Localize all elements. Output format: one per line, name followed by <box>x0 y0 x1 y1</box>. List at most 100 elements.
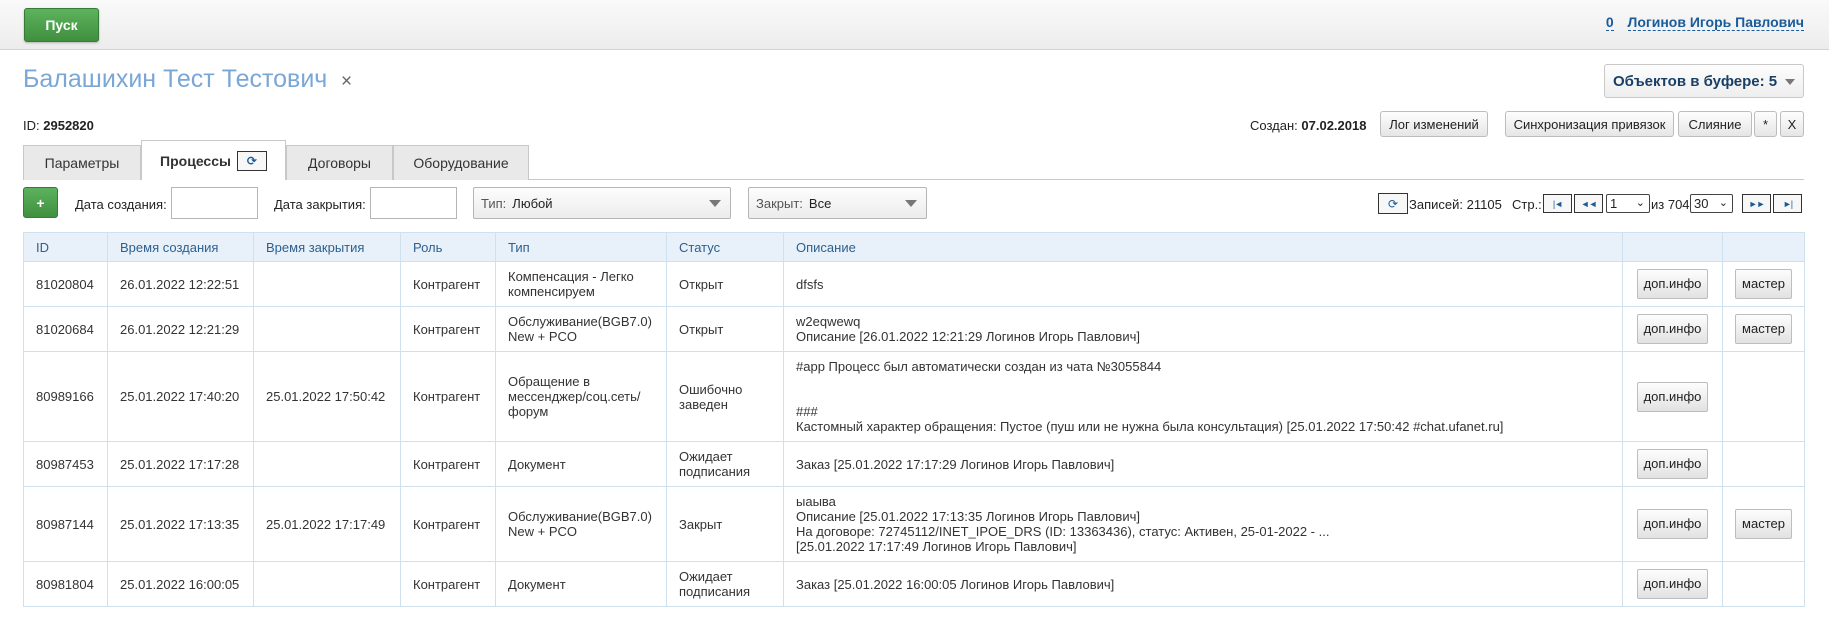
close-icon[interactable]: × <box>341 71 352 93</box>
extra-info-button[interactable]: доп.инфо <box>1636 509 1709 539</box>
created-label: Создан: <box>1250 118 1298 133</box>
process-id-cell: 80981804 <box>23 561 108 607</box>
first-page-button[interactable]: |◄ <box>1543 194 1572 213</box>
star-button[interactable]: * <box>1754 111 1777 137</box>
closed-time-cell <box>253 306 401 352</box>
master-button[interactable]: мастер <box>1735 314 1792 344</box>
tab-contracts[interactable]: Договоры <box>286 145 393 180</box>
page-label: Стр.: <box>1512 197 1542 212</box>
description-line: #app Процесс был автоматически создан из… <box>796 359 1162 374</box>
description-line: ыаыва <box>796 494 836 509</box>
records-value: 21105 <box>1466 197 1502 212</box>
extra-info-button[interactable]: доп.инфо <box>1636 449 1709 479</box>
records-label: Записей: <box>1409 197 1463 212</box>
type-select-value: Любой <box>512 195 553 211</box>
column-header[interactable]: Время создания <box>107 232 254 262</box>
master-button[interactable]: мастер <box>1735 269 1792 299</box>
description-cell: Заказ [25.01.2022 16:00:05 Логинов Игорь… <box>783 561 1623 607</box>
user-area: 0 Логинов Игорь Павлович <box>1605 14 1804 31</box>
description-line: Заказ [25.01.2022 17:17:29 Логинов Игорь… <box>796 456 1115 472</box>
column-header[interactable]: Время закрытия <box>253 232 401 262</box>
column-header[interactable]: Роль <box>400 232 496 262</box>
role-cell: Контрагент <box>400 261 496 307</box>
tab-label: Процессы <box>160 152 231 169</box>
records-count: Записей: 21105 <box>1409 197 1502 212</box>
table-header-row: ID Время создания Время закрытия Роль Ти… <box>23 232 1805 262</box>
close-button[interactable]: X <box>1780 111 1804 137</box>
created-time-cell: 25.01.2022 17:13:35 <box>107 486 254 562</box>
status-cell: Открыт <box>666 306 784 352</box>
tab-processes[interactable]: Процессы ⟳ <box>141 140 286 180</box>
created-date-label: Дата создания: <box>75 197 167 212</box>
closed-date-input[interactable] <box>370 187 457 219</box>
type-cell: Обслуживание(BGB7.0) New + PCO <box>495 306 667 352</box>
table-row[interactable]: 81020684 26.01.2022 12:21:29 Контрагент Обс… <box>23 306 1805 352</box>
refresh-icon[interactable]: ⟳ <box>1378 193 1408 214</box>
page-total: из 704 <box>1651 197 1690 212</box>
type-select[interactable]: Тип: Любой <box>473 187 731 219</box>
change-log-button[interactable]: Лог изменений <box>1380 111 1488 137</box>
merge-button[interactable]: Слияние <box>1678 111 1752 137</box>
description-line: На договоре: 72745112/INET_IPOE_DRS (ID:… <box>796 524 1330 539</box>
column-header[interactable]: Тип <box>495 232 667 262</box>
add-process-button[interactable]: + <box>23 187 58 218</box>
column-header <box>1622 232 1723 262</box>
table-row[interactable]: 80981804 25.01.2022 16:00:05 Контрагент Док… <box>23 561 1805 607</box>
description-line <box>796 374 1610 389</box>
created-value: 07.02.2018 <box>1301 118 1367 133</box>
notification-count[interactable]: 0 <box>1605 14 1614 31</box>
refresh-icon[interactable]: ⟳ <box>236 150 267 171</box>
page-select[interactable]: 1 ⌄ <box>1606 194 1650 213</box>
column-header[interactable]: Описание <box>783 232 1623 262</box>
last-page-button[interactable]: ►| <box>1773 194 1802 213</box>
table-row[interactable]: 80989166 25.01.2022 17:40:20 25.01.2022 17… <box>23 351 1805 442</box>
description-cell: dfsfs <box>783 261 1623 307</box>
created-time-cell: 26.01.2022 12:22:51 <box>107 261 254 307</box>
description-cell: #app Процесс был автоматически создан из… <box>783 351 1623 442</box>
type-cell: Обслуживание(BGB7.0) New + PCO <box>495 486 667 562</box>
description-line: ### <box>796 404 818 419</box>
closed-select[interactable]: Закрыт: Все <box>748 187 927 219</box>
column-header[interactable]: ID <box>23 232 108 262</box>
type-cell: Документ <box>495 441 667 487</box>
created-time-cell: 25.01.2022 17:17:28 <box>107 441 254 487</box>
user-name-link[interactable]: Логинов Игорь Павлович <box>1627 14 1804 31</box>
id-value: 2952820 <box>43 118 94 133</box>
info-cell: доп.инфо <box>1622 561 1723 607</box>
buffer-dropdown[interactable]: Объектов в буфере: 5 <box>1604 64 1804 98</box>
info-cell: доп.инфо <box>1622 261 1723 307</box>
extra-info-button[interactable]: доп.инфо <box>1636 381 1709 412</box>
closed-select-label: Закрыт: <box>756 195 803 211</box>
info-cell: доп.инфо <box>1622 306 1723 352</box>
extra-info-button[interactable]: доп.инфо <box>1636 314 1709 344</box>
tab-equipment[interactable]: Оборудование <box>393 145 529 180</box>
master-cell: мастер <box>1722 306 1805 352</box>
role-cell: Контрагент <box>400 561 496 607</box>
tab-parameters[interactable]: Параметры <box>23 145 141 180</box>
status-cell: Ожидает подписания <box>666 441 784 487</box>
prev-page-button[interactable]: ◄◄ <box>1574 194 1603 213</box>
extra-info-button[interactable]: доп.инфо <box>1636 569 1709 599</box>
next-page-button[interactable]: ►► <box>1742 194 1771 213</box>
created-time-cell: 25.01.2022 17:40:20 <box>107 351 254 442</box>
column-header <box>1722 232 1805 262</box>
sync-bindings-button[interactable]: Синхронизация привязок <box>1505 111 1674 137</box>
description-line: w2eqwewq <box>796 314 861 329</box>
tab-label: Параметры <box>44 155 120 171</box>
created-time-cell: 25.01.2022 16:00:05 <box>107 561 254 607</box>
type-cell: Компенсация - Легко компенсируем <box>495 261 667 307</box>
chevron-down-icon <box>905 200 917 207</box>
master-cell <box>1722 441 1805 487</box>
closed-select-value: Все <box>808 195 832 211</box>
master-button[interactable]: мастер <box>1735 509 1792 539</box>
table-row[interactable]: 80987453 25.01.2022 17:17:28 Контрагент Док… <box>23 441 1805 487</box>
extra-info-button[interactable]: доп.инфо <box>1636 269 1709 299</box>
page-select-value: 1 <box>1610 196 1618 211</box>
table-row[interactable]: 81020804 26.01.2022 12:22:51 Контрагент Ком… <box>23 261 1805 307</box>
table-row[interactable]: 80987144 25.01.2022 17:13:35 25.01.2022 17… <box>23 486 1805 562</box>
start-button[interactable]: Пуск <box>24 8 99 42</box>
column-header[interactable]: Статус <box>666 232 784 262</box>
description-line: Описание [25.01.2022 17:13:35 Логинов Иг… <box>796 509 1140 524</box>
per-page-select[interactable]: 30 ⌄ <box>1690 194 1733 213</box>
created-date-input[interactable] <box>171 187 258 219</box>
